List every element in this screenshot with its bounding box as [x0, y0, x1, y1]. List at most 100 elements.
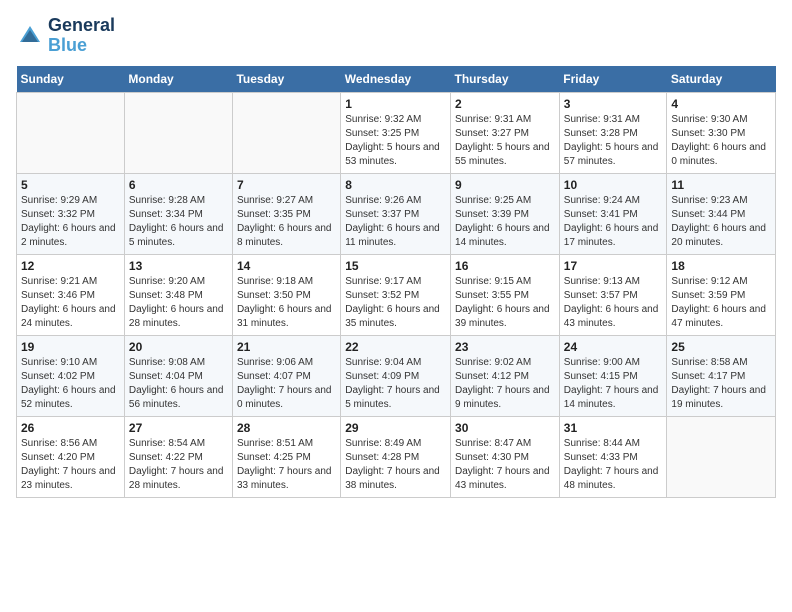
day-number: 23 — [455, 340, 555, 354]
day-number: 10 — [564, 178, 663, 192]
calendar-cell — [667, 416, 776, 497]
calendar-cell: 13 Sunrise: 9:20 AM Sunset: 3:48 PM Dayli… — [124, 254, 232, 335]
day-info: Sunrise: 8:49 AM Sunset: 4:28 PM Dayligh… — [345, 437, 446, 493]
day-number: 25 — [671, 340, 771, 354]
day-number: 1 — [345, 97, 446, 111]
weekday-header-tuesday: Tuesday — [232, 66, 340, 93]
logo-icon — [16, 22, 44, 50]
day-info: Sunrise: 9:31 AM Sunset: 3:27 PM Dayligh… — [455, 113, 555, 169]
day-info: Sunrise: 9:27 AM Sunset: 3:35 PM Dayligh… — [237, 194, 336, 250]
day-info: Sunrise: 9:10 AM Sunset: 4:02 PM Dayligh… — [21, 356, 120, 412]
calendar-cell: 1 Sunrise: 9:32 AM Sunset: 3:25 PM Daylig… — [341, 92, 451, 173]
calendar-cell: 16 Sunrise: 9:15 AM Sunset: 3:55 PM Dayli… — [451, 254, 560, 335]
weekday-header-monday: Monday — [124, 66, 232, 93]
calendar-cell: 30Sunrise: 8:47 AM Sunset: 4:30 PM Dayli… — [451, 416, 560, 497]
day-info: Sunrise: 8:51 AM Sunset: 4:25 PM Dayligh… — [237, 437, 336, 493]
day-info: Sunrise: 9:21 AM Sunset: 3:46 PM Dayligh… — [21, 275, 120, 331]
calendar-cell: 20Sunrise: 9:08 AM Sunset: 4:04 PM Dayli… — [124, 335, 232, 416]
calendar-cell: 21 Sunrise: 9:06 AM Sunset: 4:07 PM Dayli… — [232, 335, 340, 416]
calendar-cell: 27 Sunrise: 8:54 AM Sunset: 4:22 PM Dayli… — [124, 416, 232, 497]
day-number: 5 — [21, 178, 120, 192]
week-row-3: 12 Sunrise: 9:21 AM Sunset: 3:46 PM Dayli… — [17, 254, 776, 335]
calendar-cell: 25 Sunrise: 8:58 AM Sunset: 4:17 PM Dayli… — [667, 335, 776, 416]
calendar-cell: 28 Sunrise: 8:51 AM Sunset: 4:25 PM Dayli… — [232, 416, 340, 497]
day-number: 19 — [21, 340, 120, 354]
day-number: 21 — [237, 340, 336, 354]
calendar-cell: 9 Sunrise: 9:25 AM Sunset: 3:39 PM Daylig… — [451, 173, 560, 254]
calendar-cell: 23 Sunrise: 9:02 AM Sunset: 4:12 PM Dayli… — [451, 335, 560, 416]
day-number: 3 — [564, 97, 663, 111]
day-info: Sunrise: 9:32 AM Sunset: 3:25 PM Dayligh… — [345, 113, 446, 169]
calendar-header: SundayMondayTuesdayWednesdayThursdayFrid… — [17, 66, 776, 93]
day-info: Sunrise: 9:20 AM Sunset: 3:48 PM Dayligh… — [129, 275, 228, 331]
calendar-cell: 31 Sunrise: 8:44 AM Sunset: 4:33 PM Dayli… — [559, 416, 667, 497]
calendar-cell — [17, 92, 125, 173]
day-number: 27 — [129, 421, 228, 435]
calendar-cell: 19 Sunrise: 9:10 AM Sunset: 4:02 PM Dayli… — [17, 335, 125, 416]
calendar-cell: 8 Sunrise: 9:26 AM Sunset: 3:37 PM Daylig… — [341, 173, 451, 254]
day-info: Sunrise: 8:56 AM Sunset: 4:20 PM Dayligh… — [21, 437, 120, 493]
calendar-cell: 22Sunrise: 9:04 AM Sunset: 4:09 PM Dayli… — [341, 335, 451, 416]
day-number: 2 — [455, 97, 555, 111]
day-number: 13 — [129, 259, 228, 273]
calendar-cell: 5Sunrise: 9:29 AM Sunset: 3:32 PM Daylig… — [17, 173, 125, 254]
day-info: Sunrise: 9:23 AM Sunset: 3:44 PM Dayligh… — [671, 194, 771, 250]
week-row-5: 26 Sunrise: 8:56 AM Sunset: 4:20 PM Dayli… — [17, 416, 776, 497]
day-info: Sunrise: 9:28 AM Sunset: 3:34 PM Dayligh… — [129, 194, 228, 250]
day-number: 11 — [671, 178, 771, 192]
day-number: 24 — [564, 340, 663, 354]
weekday-header-sunday: Sunday — [17, 66, 125, 93]
day-number: 29 — [345, 421, 446, 435]
day-number: 28 — [237, 421, 336, 435]
day-number: 12 — [21, 259, 120, 273]
day-info: Sunrise: 9:25 AM Sunset: 3:39 PM Dayligh… — [455, 194, 555, 250]
day-info: Sunrise: 9:13 AM Sunset: 3:57 PM Dayligh… — [564, 275, 663, 331]
calendar-cell: 26 Sunrise: 8:56 AM Sunset: 4:20 PM Dayli… — [17, 416, 125, 497]
logo-text: General Blue — [48, 16, 115, 56]
calendar-cell — [232, 92, 340, 173]
day-number: 16 — [455, 259, 555, 273]
day-number: 31 — [564, 421, 663, 435]
weekday-header-saturday: Saturday — [667, 66, 776, 93]
day-number: 15 — [345, 259, 446, 273]
calendar-cell: 14Sunrise: 9:18 AM Sunset: 3:50 PM Dayli… — [232, 254, 340, 335]
calendar-cell: 3 Sunrise: 9:31 AM Sunset: 3:28 PM Daylig… — [559, 92, 667, 173]
week-row-4: 19 Sunrise: 9:10 AM Sunset: 4:02 PM Dayli… — [17, 335, 776, 416]
day-info: Sunrise: 9:00 AM Sunset: 4:15 PM Dayligh… — [564, 356, 663, 412]
calendar-cell: 29 Sunrise: 8:49 AM Sunset: 4:28 PM Dayli… — [341, 416, 451, 497]
page-header: General Blue — [16, 16, 776, 56]
day-number: 8 — [345, 178, 446, 192]
logo: General Blue — [16, 16, 115, 56]
calendar-cell: 17Sunrise: 9:13 AM Sunset: 3:57 PM Dayli… — [559, 254, 667, 335]
day-info: Sunrise: 9:30 AM Sunset: 3:30 PM Dayligh… — [671, 113, 771, 169]
day-info: Sunrise: 9:06 AM Sunset: 4:07 PM Dayligh… — [237, 356, 336, 412]
day-info: Sunrise: 9:15 AM Sunset: 3:55 PM Dayligh… — [455, 275, 555, 331]
day-info: Sunrise: 8:44 AM Sunset: 4:33 PM Dayligh… — [564, 437, 663, 493]
weekday-header-wednesday: Wednesday — [341, 66, 451, 93]
week-row-1: 1 Sunrise: 9:32 AM Sunset: 3:25 PM Daylig… — [17, 92, 776, 173]
day-info: Sunrise: 9:12 AM Sunset: 3:59 PM Dayligh… — [671, 275, 771, 331]
week-row-2: 5Sunrise: 9:29 AM Sunset: 3:32 PM Daylig… — [17, 173, 776, 254]
calendar-body: 1 Sunrise: 9:32 AM Sunset: 3:25 PM Daylig… — [17, 92, 776, 497]
day-info: Sunrise: 9:31 AM Sunset: 3:28 PM Dayligh… — [564, 113, 663, 169]
calendar-cell — [124, 92, 232, 173]
calendar-table: SundayMondayTuesdayWednesdayThursdayFrid… — [16, 66, 776, 498]
day-number: 6 — [129, 178, 228, 192]
day-info: Sunrise: 9:02 AM Sunset: 4:12 PM Dayligh… — [455, 356, 555, 412]
calendar-cell: 7 Sunrise: 9:27 AM Sunset: 3:35 PM Daylig… — [232, 173, 340, 254]
calendar-cell: 10Sunrise: 9:24 AM Sunset: 3:41 PM Dayli… — [559, 173, 667, 254]
day-info: Sunrise: 9:04 AM Sunset: 4:09 PM Dayligh… — [345, 356, 446, 412]
calendar-cell: 12 Sunrise: 9:21 AM Sunset: 3:46 PM Dayli… — [17, 254, 125, 335]
calendar-cell: 15Sunrise: 9:17 AM Sunset: 3:52 PM Dayli… — [341, 254, 451, 335]
weekday-header-friday: Friday — [559, 66, 667, 93]
calendar-cell: 2 Sunrise: 9:31 AM Sunset: 3:27 PM Daylig… — [451, 92, 560, 173]
day-number: 9 — [455, 178, 555, 192]
calendar-cell: 18Sunrise: 9:12 AM Sunset: 3:59 PM Dayli… — [667, 254, 776, 335]
day-number: 26 — [21, 421, 120, 435]
day-info: Sunrise: 9:08 AM Sunset: 4:04 PM Dayligh… — [129, 356, 228, 412]
day-info: Sunrise: 8:54 AM Sunset: 4:22 PM Dayligh… — [129, 437, 228, 493]
day-info: Sunrise: 9:26 AM Sunset: 3:37 PM Dayligh… — [345, 194, 446, 250]
day-number: 7 — [237, 178, 336, 192]
day-info: Sunrise: 8:58 AM Sunset: 4:17 PM Dayligh… — [671, 356, 771, 412]
calendar-cell: 24 Sunrise: 9:00 AM Sunset: 4:15 PM Dayli… — [559, 335, 667, 416]
